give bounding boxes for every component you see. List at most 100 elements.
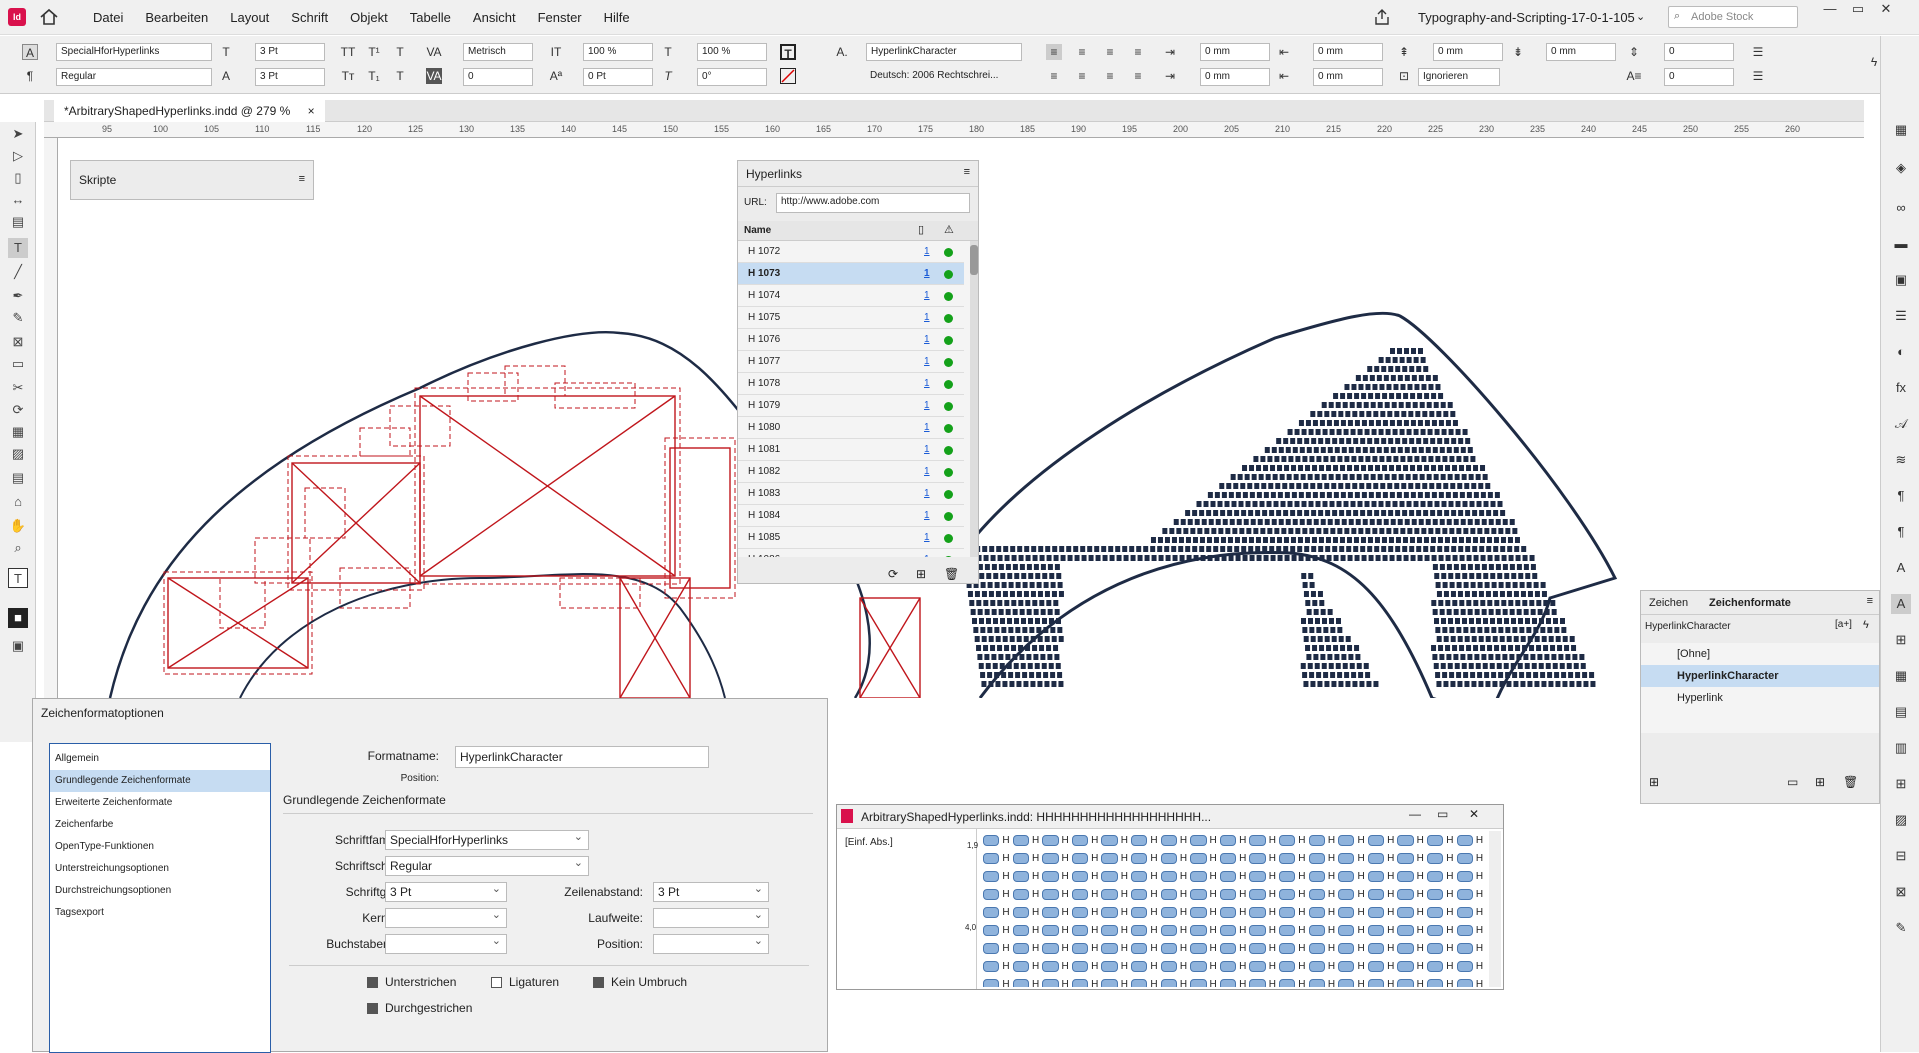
workspace-title[interactable]: Typography-and-Scripting-17-0-1-105	[1418, 0, 1635, 35]
hyperlink-row[interactable]: H 1073 1	[738, 263, 964, 285]
hyperlink-page-link[interactable]: 1	[924, 439, 930, 461]
hyperlink-page-link[interactable]: 1	[924, 373, 930, 395]
menu-objekt[interactable]: Objekt	[339, 0, 399, 35]
hyperlink-row[interactable]: H 1076 1	[738, 329, 964, 351]
all-caps-icon[interactable]: TT	[340, 44, 356, 60]
char-style-item[interactable]: HyperlinkCharacter	[1641, 665, 1879, 687]
menu-datei[interactable]: Datei	[82, 0, 134, 35]
panel-menu-icon[interactable]: ≡	[964, 166, 970, 178]
home-icon[interactable]	[38, 6, 60, 28]
hyperlink-row[interactable]: H 1080 1	[738, 417, 964, 439]
close-window-button[interactable]: ✕	[1874, 0, 1898, 20]
scrollbar[interactable]	[1489, 831, 1501, 987]
color-icon[interactable]: ☰	[1891, 306, 1911, 326]
dialog-category-item[interactable]: Tagsexport	[50, 902, 270, 924]
indent-left-field[interactable]: 0 mm	[1200, 43, 1270, 61]
style-group-icon[interactable]: ⊞	[1649, 775, 1659, 789]
dialog-category-item[interactable]: Zeichenfarbe	[50, 814, 270, 836]
last-indent-field[interactable]: 0 mm	[1313, 68, 1383, 86]
name-column-header[interactable]: Name	[744, 225, 771, 236]
hyperlink-row[interactable]: H 1072 1	[738, 241, 964, 263]
dialog-category-item[interactable]: Allgemein	[50, 748, 270, 770]
formatname-field[interactable]: HyperlinkCharacter	[455, 746, 709, 768]
refresh-icon[interactable]: ⟳	[888, 567, 898, 581]
schriftfamilie-select[interactable]: SpecialHforHyperlinks	[385, 828, 589, 850]
hyperlink-row[interactable]: H 1079 1	[738, 395, 964, 417]
pen-tool-icon[interactable]: ✒	[8, 286, 28, 306]
content-collector-icon[interactable]: ▤	[8, 212, 28, 232]
panel-menu-icon[interactable]: ≡	[299, 173, 305, 185]
dialog-category-item[interactable]: OpenType-Funktionen	[50, 836, 270, 858]
dropcap-lines-field[interactable]: 0	[1664, 43, 1734, 61]
fill-swatch-icon[interactable]: T	[8, 568, 28, 588]
swatches-icon[interactable]: ▣	[1891, 270, 1911, 290]
underline-icon[interactable]: T	[392, 44, 408, 60]
align-justify-icon[interactable]: ≡	[1130, 44, 1146, 60]
pages-icon[interactable]: ▦	[1891, 120, 1911, 140]
vertical-scale-field[interactable]: 100 %	[583, 43, 653, 61]
indent-right-field[interactable]: 0 mm	[1313, 43, 1383, 61]
paragraph-mode-icon[interactable]: ¶	[22, 68, 38, 84]
lightning-icon[interactable]: ϟ	[1863, 619, 1869, 631]
font-family-field[interactable]: SpecialHforHyperlinks	[56, 43, 212, 61]
justify-right-icon[interactable]: ≡	[1102, 68, 1118, 84]
cell-styles-icon[interactable]: ▥	[1891, 738, 1911, 758]
hyperlink-page-link[interactable]: 1	[924, 527, 930, 549]
fill-text-icon[interactable]: T	[780, 44, 796, 61]
story-editor-title[interactable]: ArbitraryShapedHyperlinks.indd: HHHHHHHH…	[837, 805, 1503, 829]
justify-all-icon[interactable]: ≡	[1130, 68, 1146, 84]
character-styles-icon[interactable]: A	[1891, 594, 1911, 614]
zoom-tool-icon[interactable]: ⌕	[8, 538, 28, 558]
tab-document[interactable]: *ArbitraryShapedHyperlinks.indd @ 279 % …	[54, 100, 325, 122]
hyperlink-page-link[interactable]: 1	[924, 307, 930, 329]
leading-field[interactable]: 3 Pt	[255, 68, 325, 86]
script-label-icon[interactable]: ✎	[1891, 918, 1911, 938]
share-icon[interactable]	[1373, 8, 1391, 26]
maximize-button[interactable]: ▭	[1437, 807, 1448, 821]
hyperlink-page-link[interactable]: 1	[924, 285, 930, 307]
menu-tabelle[interactable]: Tabelle	[399, 0, 462, 35]
char-style-field[interactable]: HyperlinkCharacter	[866, 43, 1022, 61]
buchstabenart-select[interactable]	[385, 932, 507, 954]
stroke-icon[interactable]: ▬	[1891, 234, 1911, 254]
minimize-button[interactable]: —	[1818, 0, 1842, 20]
position-select[interactable]	[653, 932, 769, 954]
story-text[interactable]: HHHHHHHHHHHHHHHHHHHHHHHHHHHHHHHHHHHHHHHH…	[983, 831, 1483, 987]
gradient-tool-icon[interactable]: ▦	[8, 422, 28, 442]
close-window-button[interactable]: ✕	[1469, 807, 1479, 821]
hyperlink-page-link[interactable]: 1	[924, 483, 930, 505]
chevron-down-icon[interactable]: ⌄	[1636, 10, 1645, 23]
laufweite-field[interactable]	[653, 906, 769, 928]
hyperlink-page-link[interactable]: 1	[924, 505, 930, 527]
pathfinder-icon[interactable]: ⊠	[1891, 882, 1911, 902]
new-style-icon[interactable]: ⊞	[1815, 775, 1825, 789]
rectangle-frame-tool-icon[interactable]: ⊠	[8, 332, 28, 352]
horizontal-scale-field[interactable]: 100 %	[697, 43, 767, 61]
menu-layout[interactable]: Layout	[219, 0, 280, 35]
align-left-icon[interactable]: ≡	[1046, 44, 1062, 60]
scripts-icon[interactable]: ▨	[1891, 810, 1911, 830]
table-styles-icon[interactable]: ▤	[1891, 702, 1911, 722]
selection-tool-icon[interactable]: ➤	[8, 124, 28, 144]
space-after-field[interactable]: 0 mm	[1546, 43, 1616, 61]
character-icon[interactable]: A	[1891, 558, 1911, 578]
hyperlink-row[interactable]: H 1082 1	[738, 461, 964, 483]
tab-zeichenformate[interactable]: Zeichenformate	[1709, 597, 1791, 609]
hyphen-mode-field[interactable]: Ignorieren	[1418, 68, 1500, 86]
table-icon[interactable]: ▦	[1891, 666, 1911, 686]
first-indent-field[interactable]: 0 mm	[1200, 68, 1270, 86]
kerning-field[interactable]: Metrisch	[463, 43, 533, 61]
hyperlink-page-link[interactable]: 1	[924, 461, 930, 483]
screen-mode-icon[interactable]: ▣	[8, 636, 28, 656]
skew-field[interactable]: 0°	[697, 68, 767, 86]
rectangle-tool-icon[interactable]: ▭	[8, 354, 28, 374]
hyperlink-row[interactable]: H 1085 1	[738, 527, 964, 549]
preview-mode-icon[interactable]: ■	[8, 608, 28, 628]
gradient-feather-icon[interactable]: ▨	[8, 444, 28, 464]
hyperlink-page-link[interactable]: 1	[924, 395, 930, 417]
hyperlinks-icon[interactable]: ⊞	[1891, 774, 1911, 794]
folder-icon[interactable]: ▭	[1787, 775, 1798, 789]
horizontal-ruler[interactable]: 95 100 105 110 115 120 125 130 135 140 145 150 155 16…	[44, 122, 1864, 138]
pencil-tool-icon[interactable]: ✎	[8, 308, 28, 328]
align-icon[interactable]: ⊟	[1891, 846, 1911, 866]
